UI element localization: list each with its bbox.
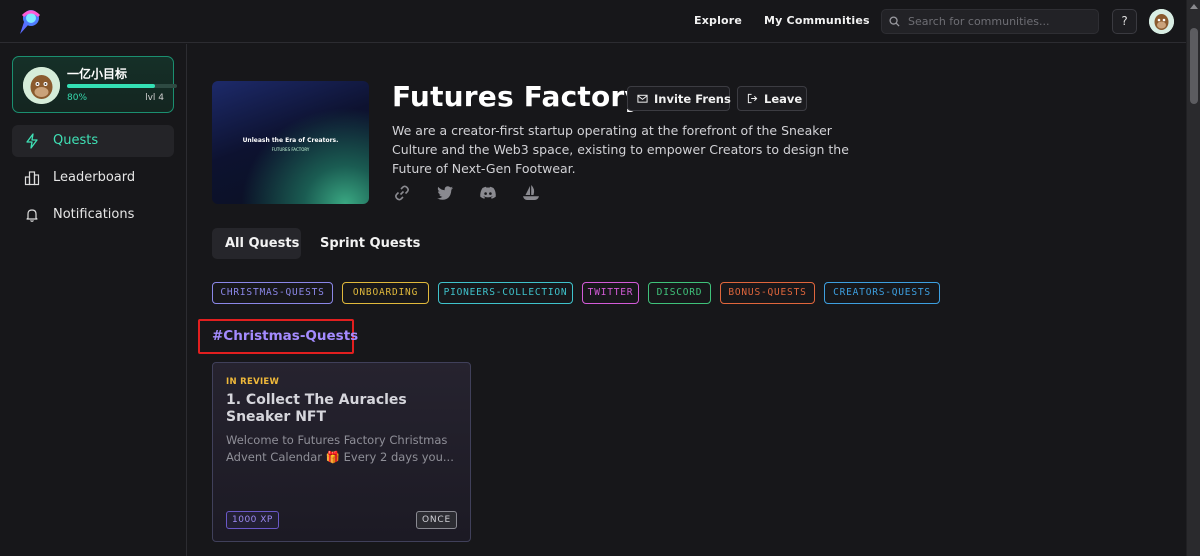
quest-description: Welcome to Futures Factory Christmas Adv…: [226, 433, 454, 464]
tab-label: Sprint Quests: [320, 236, 421, 251]
nav-explore[interactable]: Explore: [694, 14, 742, 27]
tag-christmas-quests[interactable]: CHRISTMAS-QUESTS: [212, 282, 333, 304]
sidebar-item-quests[interactable]: Quests: [12, 125, 174, 157]
tag-bonus-quests[interactable]: BONUS-QUESTS: [720, 282, 815, 304]
sidebar-item-label: Leaderboard: [53, 170, 136, 185]
quest-title: 1. Collect The Auracles Sneaker NFT: [226, 392, 407, 425]
quest-status: IN REVIEW: [226, 377, 280, 387]
quest-frequency-badge: ONCE: [416, 511, 457, 529]
leave-button[interactable]: Leave: [737, 86, 807, 111]
mail-icon: [637, 94, 648, 103]
nav-my-communities[interactable]: My Communities: [764, 14, 870, 27]
lightning-icon: [26, 133, 38, 149]
tag-pioneers-collection[interactable]: PIONEERS-COLLECTION: [438, 282, 573, 304]
search-input[interactable]: [908, 13, 1094, 30]
sidebar: 一亿小目标 80% lvl 4 Quests Leaderboard Notif…: [0, 44, 187, 556]
bell-icon: [26, 209, 38, 222]
community-description: We are a creator-first startup operating…: [392, 123, 849, 176]
community-title: Futures Factory: [392, 80, 643, 113]
scrollbar-thumb[interactable]: [1190, 28, 1198, 104]
tag-discord[interactable]: DISCORD: [648, 282, 711, 304]
tag-creators-quests[interactable]: CREATORS-QUESTS: [824, 282, 940, 304]
sidebar-item-leaderboard[interactable]: Leaderboard: [12, 162, 174, 194]
xp-progress-bar: [67, 84, 177, 88]
app-logo[interactable]: [14, 8, 42, 36]
sidebar-item-notifications[interactable]: Notifications: [12, 199, 174, 231]
section-title: #Christmas-Quests: [212, 328, 359, 344]
page-scrollbar[interactable]: [1186, 0, 1200, 556]
banner-text: Unleash the Era of Creators.: [242, 137, 339, 144]
top-bar: Explore My Communities ?: [0, 0, 1186, 43]
user-avatar[interactable]: [1149, 9, 1174, 34]
tag-twitter[interactable]: TWITTER: [582, 282, 639, 304]
xp-progress-fill: [67, 84, 155, 88]
invite-frens-label: Invite Frens: [654, 92, 731, 106]
profile-name: 一亿小目标: [67, 67, 128, 81]
opensea-icon[interactable]: [522, 184, 540, 202]
tab-all-quests[interactable]: All Quests: [212, 228, 301, 259]
profile-card[interactable]: 一亿小目标 80% lvl 4: [12, 56, 177, 113]
tab-label: All Quests: [225, 236, 300, 251]
progress-percent: 80%: [67, 93, 88, 103]
sidebar-item-label: Quests: [53, 133, 99, 148]
logout-icon: [747, 93, 758, 104]
twitter-icon[interactable]: [436, 184, 454, 202]
search-icon: [889, 16, 900, 27]
scroll-up-arrow-icon[interactable]: [1190, 4, 1198, 9]
sidebar-item-label: Notifications: [53, 207, 135, 222]
profile-level: lvl 4: [145, 93, 164, 103]
quest-xp-badge: 1000 XP: [226, 511, 279, 529]
leaderboard-icon: [24, 171, 40, 186]
banner-subtext: FUTURES FACTORY: [271, 147, 310, 152]
quest-card[interactable]: IN REVIEW 1. Collect The Auracles Sneake…: [212, 362, 471, 542]
help-button[interactable]: ?: [1112, 9, 1137, 34]
tab-sprint-quests[interactable]: Sprint Quests: [307, 228, 421, 259]
main-content: Unleash the Era of Creators. FUTURES FAC…: [188, 44, 1186, 556]
profile-avatar: [23, 67, 60, 104]
leave-label: Leave: [764, 92, 803, 106]
community-banner: Unleash the Era of Creators. FUTURES FAC…: [212, 81, 369, 204]
tag-onboarding[interactable]: ONBOARDING: [342, 282, 429, 304]
invite-frens-button[interactable]: Invite Frens: [627, 86, 731, 111]
link-icon[interactable]: [393, 184, 411, 202]
discord-icon[interactable]: [479, 184, 497, 202]
search-box[interactable]: [881, 9, 1099, 34]
